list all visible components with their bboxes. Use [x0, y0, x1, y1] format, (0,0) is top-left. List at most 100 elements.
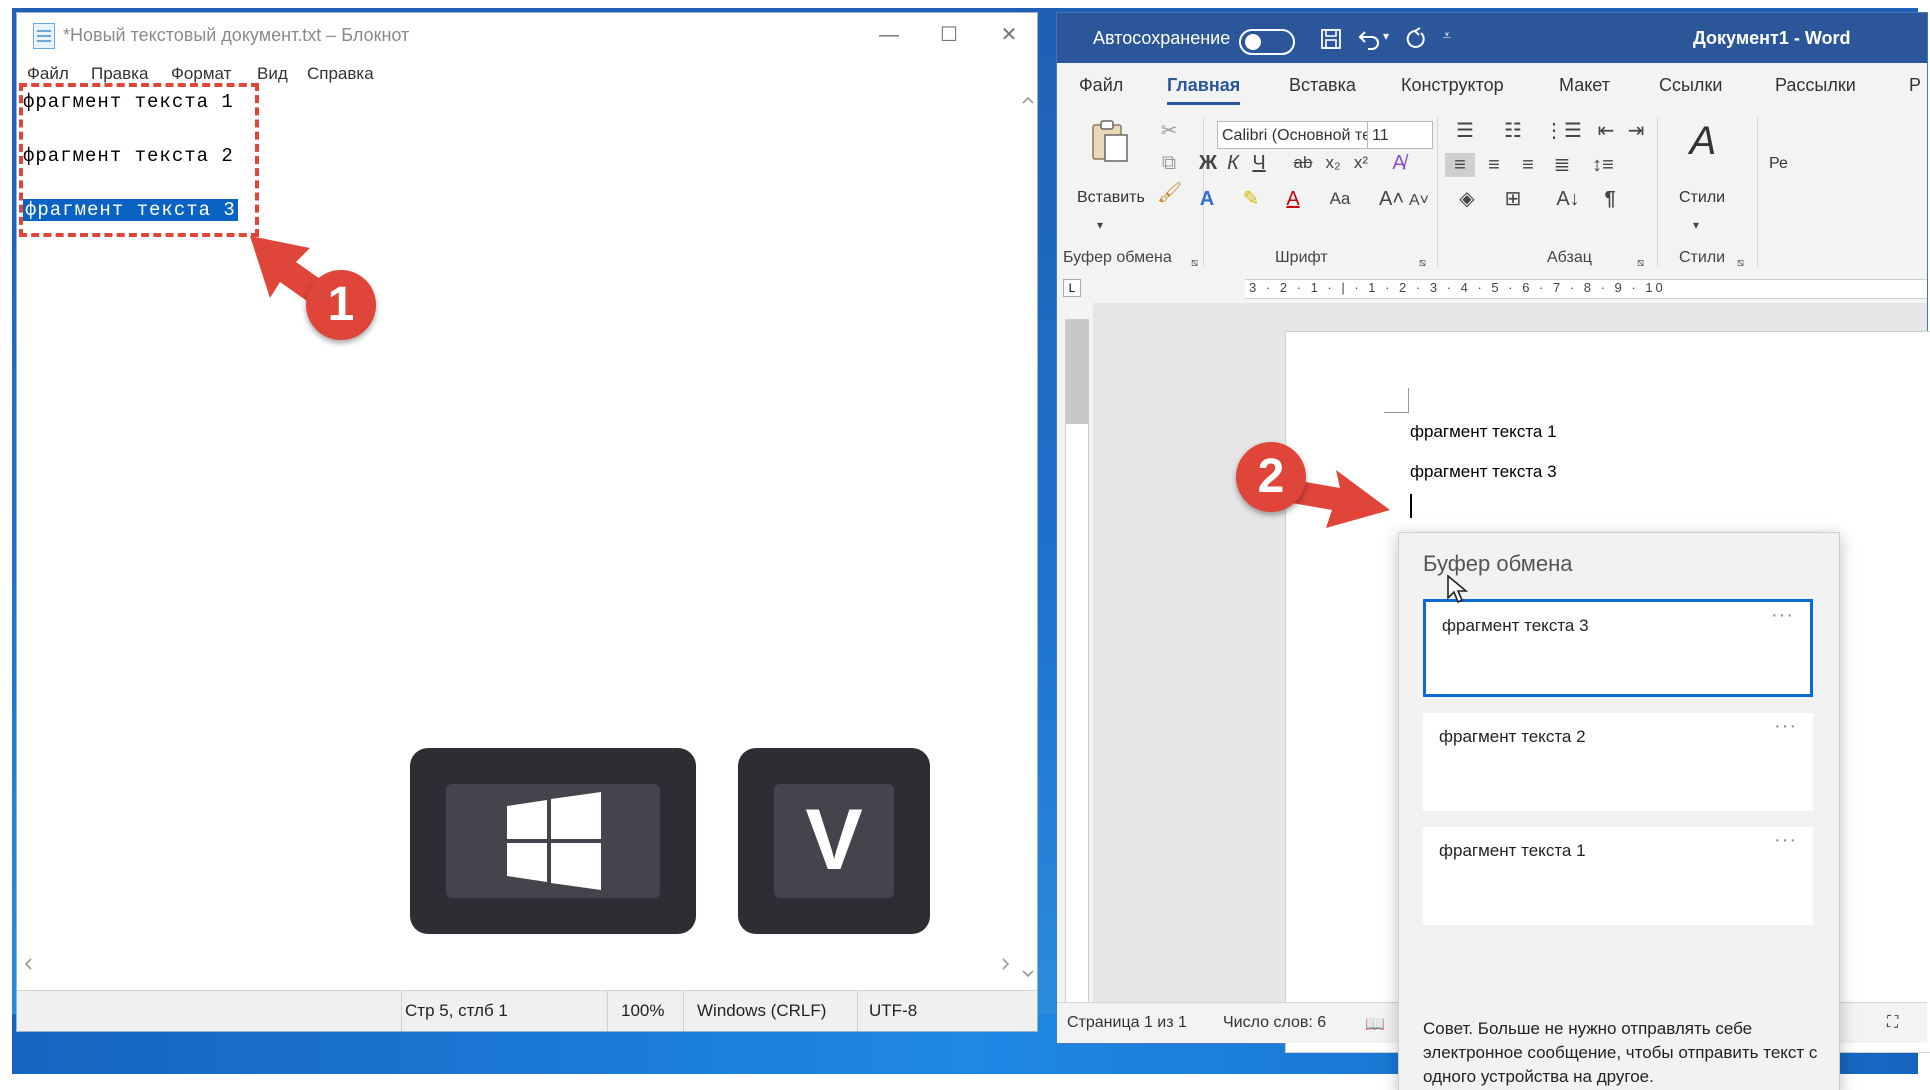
superscript-icon[interactable]: x² — [1349, 151, 1373, 175]
status-line-endings: Windows (CRLF) — [697, 1001, 827, 1020]
line-spacing-icon[interactable]: ↕≡ — [1583, 153, 1623, 177]
shrink-font-icon[interactable]: A˅ — [1407, 189, 1431, 213]
clipboard-item[interactable]: фрагмент текста 3 ··· — [1423, 599, 1813, 697]
undo-icon[interactable] — [1357, 27, 1381, 51]
align-center-icon[interactable]: ≡ — [1479, 153, 1509, 177]
align-left-icon[interactable]: ≡ — [1445, 153, 1475, 177]
decrease-indent-icon[interactable]: ⇤ — [1593, 119, 1619, 143]
paste-icon[interactable] — [1087, 119, 1131, 165]
status-encoding: UTF-8 — [869, 1001, 918, 1020]
more-options-icon[interactable]: ··· — [1771, 604, 1794, 627]
notepad-title: *Новый текстовый документ.txt – Блокнот — [63, 25, 410, 45]
notepad-titlebar[interactable]: *Новый текстовый документ.txt – Блокнот … — [17, 13, 1037, 59]
word-titlebar[interactable]: Автосохранение ▾ ⩡ Документ1 - Word — [1057, 13, 1927, 63]
status-words[interactable]: Число слов: 6 — [1223, 1014, 1326, 1032]
vertical-scrollbar[interactable] — [1019, 91, 1037, 983]
font-launcher-icon[interactable]: ⧅ — [1419, 251, 1426, 275]
copy-icon[interactable]: ⧉ — [1157, 151, 1181, 175]
editing-label[interactable]: Ре — [1769, 155, 1788, 173]
mouse-cursor-icon — [1447, 574, 1468, 604]
clipboard-item[interactable]: фрагмент текста 2 ··· — [1423, 713, 1813, 811]
styles-icon[interactable]: A — [1679, 117, 1727, 165]
v-key: V — [738, 748, 930, 934]
menu-format[interactable]: Формат — [171, 64, 231, 84]
menu-file[interactable]: Файл — [27, 64, 69, 84]
bold-button[interactable]: Ж — [1193, 151, 1223, 175]
sort-icon[interactable]: A↓ — [1553, 187, 1583, 211]
save-icon[interactable] — [1319, 27, 1343, 51]
tab-review[interactable]: Р — [1909, 75, 1921, 96]
format-painter-icon[interactable]: 🖌 — [1157, 181, 1182, 205]
tab-design[interactable]: Конструктор — [1401, 75, 1504, 96]
styles-label[interactable]: Стили — [1679, 189, 1725, 207]
justify-icon[interactable]: ≣ — [1547, 153, 1577, 177]
show-formatting-icon[interactable]: ¶ — [1597, 187, 1623, 211]
shading-icon[interactable]: ◈ — [1449, 187, 1485, 211]
notepad-icon — [33, 23, 55, 49]
paragraph-launcher-icon[interactable]: ⧅ — [1637, 251, 1644, 275]
menu-view[interactable]: Вид — [257, 64, 288, 84]
tab-home[interactable]: Главная — [1167, 75, 1241, 105]
cut-icon[interactable]: ✂ — [1157, 119, 1181, 143]
close-icon[interactable]: ✕ — [981, 19, 1037, 51]
ribbon-home: Вставить ▾ ✂ ⧉ 🖌 Буфер обмена ⧅ Calibri … — [1057, 107, 1927, 274]
windows-key — [410, 748, 696, 934]
minimize-icon[interactable]: — — [861, 19, 917, 51]
subscript-icon[interactable]: x₂ — [1321, 151, 1345, 175]
font-name-select[interactable]: Calibri (Основной текст) — [1217, 121, 1383, 149]
tab-selector-icon[interactable]: L — [1063, 279, 1081, 297]
horizontal-ruler[interactable]: L 3 · 2 · 1 · | · 1 · 2 · 3 · 4 · 5 · 6 … — [1057, 273, 1927, 303]
menu-edit[interactable]: Правка — [91, 64, 148, 84]
highlight-color-icon[interactable]: ✎ — [1237, 187, 1265, 211]
redo-icon[interactable] — [1403, 27, 1427, 51]
bullets-icon[interactable]: ☰ — [1445, 119, 1485, 143]
paste-dropdown-icon[interactable]: ▾ — [1097, 213, 1103, 237]
menu-help[interactable]: Справка — [307, 64, 374, 84]
group-label-font: Шрифт — [1275, 249, 1328, 266]
paste-label[interactable]: Вставить — [1077, 189, 1145, 207]
styles-launcher-icon[interactable]: ⧅ — [1737, 251, 1744, 275]
multilevel-list-icon[interactable]: ⋮☰ — [1543, 119, 1583, 143]
more-options-icon[interactable]: ··· — [1774, 829, 1797, 852]
underline-button[interactable]: Ч — [1247, 151, 1271, 175]
tab-references[interactable]: Ссылки — [1659, 75, 1722, 96]
proofing-icon[interactable]: 📖 — [1365, 1014, 1385, 1034]
font-color-icon[interactable]: A — [1279, 187, 1307, 211]
margin-corner-mark — [1384, 388, 1409, 413]
ruler-scale: 3 · 2 · 1 · | · 1 · 2 · 3 · 4 · 5 · 6 · … — [1249, 280, 1666, 295]
clipboard-tip: Совет. Больше не нужно отправлять себе э… — [1423, 1019, 1818, 1086]
status-page[interactable]: Страница 1 из 1 — [1067, 1014, 1187, 1032]
tab-insert[interactable]: Вставка — [1289, 75, 1356, 96]
change-case-icon[interactable]: Aa — [1323, 187, 1357, 211]
doc-paragraph: фрагмент текста 1 — [1410, 422, 1557, 441]
italic-button[interactable]: К — [1221, 151, 1245, 175]
status-position: Стр 5, стлб 1 — [405, 1001, 508, 1020]
align-right-icon[interactable]: ≡ — [1513, 153, 1543, 177]
undo-dropdown-icon[interactable]: ▾ — [1383, 29, 1389, 43]
grow-font-icon[interactable]: A˄ — [1379, 187, 1404, 211]
clipboard-item[interactable]: фрагмент текста 1 ··· — [1423, 827, 1813, 925]
tab-mailings[interactable]: Рассылки — [1775, 75, 1856, 96]
borders-icon[interactable]: ⊞ — [1493, 187, 1533, 211]
windows-logo-icon — [507, 792, 601, 890]
font-size-select[interactable]: 11 — [1367, 121, 1433, 149]
strikethrough-icon[interactable]: ab — [1291, 151, 1315, 175]
tab-file[interactable]: Файл — [1079, 75, 1123, 96]
tab-layout[interactable]: Макет — [1559, 75, 1610, 96]
text-effects-icon[interactable]: A — [1193, 187, 1221, 211]
vertical-ruler[interactable] — [1065, 319, 1089, 1003]
autosave-toggle[interactable] — [1239, 29, 1295, 55]
clear-formatting-icon[interactable]: A̸ — [1387, 151, 1411, 175]
maximize-icon[interactable]: ☐ — [921, 19, 977, 51]
horizontal-scrollbar[interactable] — [17, 953, 1019, 975]
group-label-styles: Стили — [1679, 249, 1726, 266]
focus-mode-icon[interactable]: ⛶ — [1887, 1014, 1898, 1032]
customize-toolbar-icon[interactable]: ⩡ — [1443, 27, 1451, 44]
autosave-label: Автосохранение — [1093, 28, 1231, 48]
numbering-icon[interactable]: ☷ — [1493, 119, 1533, 143]
more-options-icon[interactable]: ··· — [1774, 715, 1797, 738]
clipboard-launcher-icon[interactable]: ⧅ — [1191, 251, 1198, 275]
increase-indent-icon[interactable]: ⇥ — [1623, 119, 1649, 143]
styles-dropdown-icon[interactable]: ▾ — [1693, 213, 1699, 237]
word-doc-title: Документ1 - Word — [1693, 28, 1851, 48]
